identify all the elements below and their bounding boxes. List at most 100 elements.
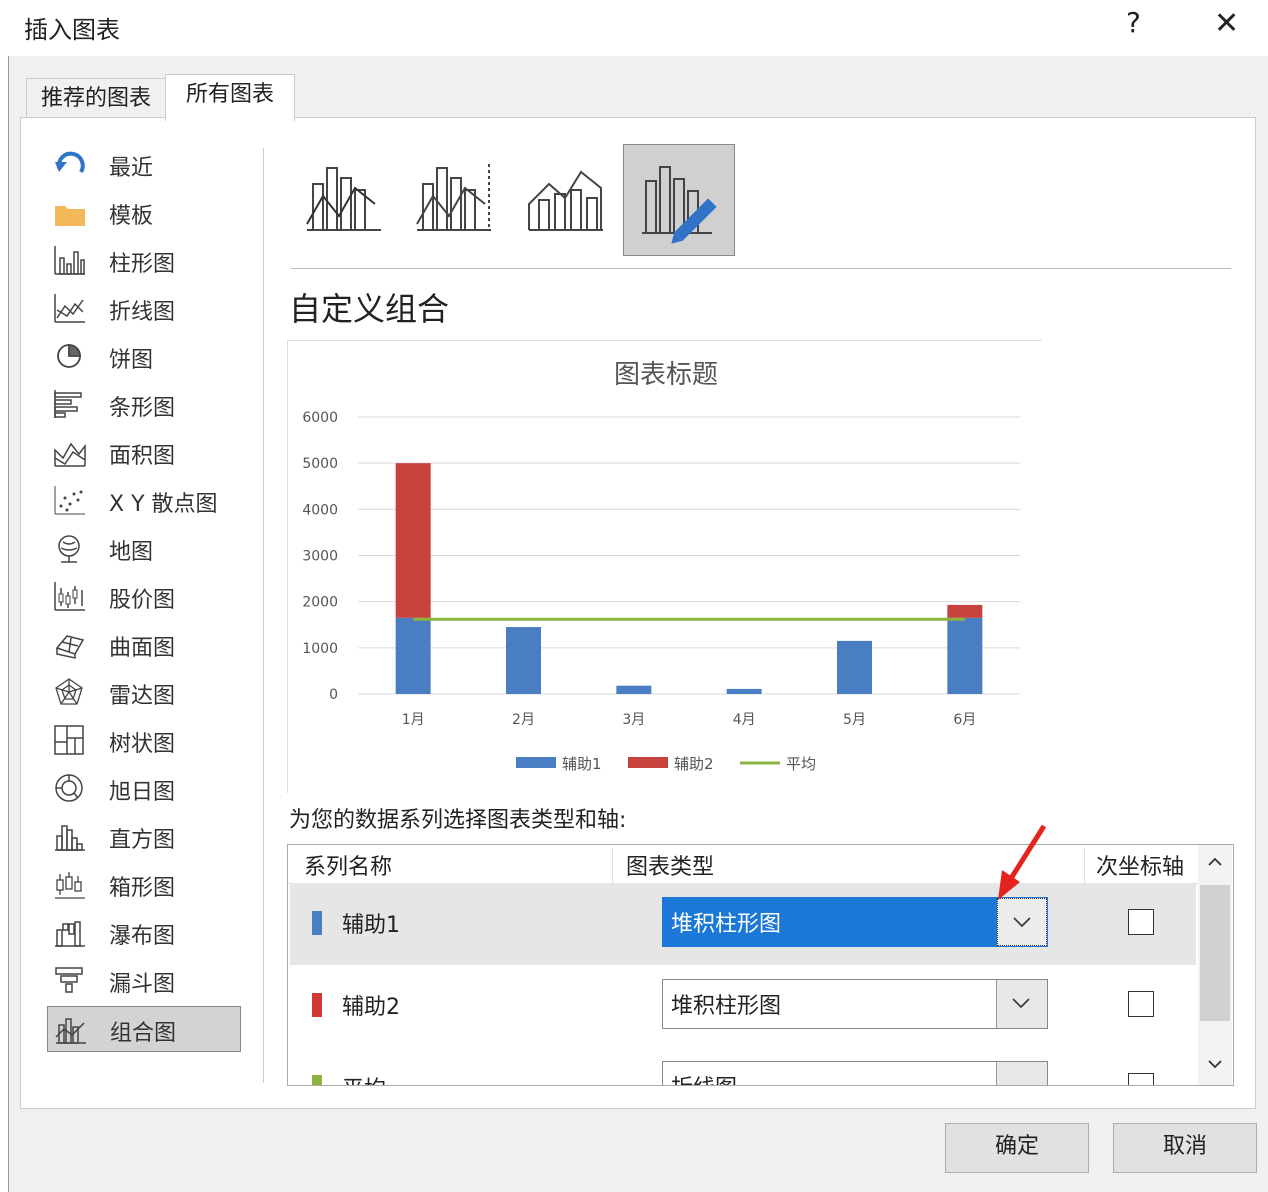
y-tick-label: 3000 bbox=[302, 549, 338, 565]
secondary-axis-checkbox[interactable] bbox=[1128, 991, 1154, 1017]
all-charts-panel: 最近 模板 柱形图 折线图 饼图 条形图 面积图 X Y 散点图 地图 股价图 曲面图 雷达图 树状图旭… bbox=[20, 117, 1256, 1109]
background-window-edge bbox=[0, 0, 9, 1192]
sidebar-item-label: 饼图 bbox=[109, 348, 154, 373]
sidebar-item-label: 曲面图 bbox=[109, 636, 176, 661]
pie-chart-icon bbox=[57, 344, 81, 368]
x-tick-label: 6月 bbox=[953, 712, 976, 728]
sidebar-item[interactable]: 箱形图 bbox=[47, 862, 239, 906]
dialog-title: 插入图表 bbox=[24, 16, 120, 44]
sidebar-item[interactable]: 最近 bbox=[47, 142, 239, 186]
sidebar-item[interactable]: 雷达图 bbox=[47, 670, 239, 714]
ok-button[interactable]: 确定 bbox=[945, 1123, 1089, 1173]
series-row[interactable]: 辅助2 堆积柱形图 bbox=[290, 965, 1196, 1047]
sidebar-item[interactable]: 瀑布图 bbox=[47, 910, 239, 954]
secondary-axis-checkbox[interactable] bbox=[1128, 1073, 1154, 1085]
sidebar-item[interactable]: 面积图 bbox=[47, 430, 239, 474]
column-chart-icon bbox=[54, 246, 85, 275]
scrollbar-thumb[interactable] bbox=[1200, 885, 1230, 1021]
help-button[interactable]: ? bbox=[1126, 6, 1141, 39]
sidebar-item-label: 旭日图 bbox=[109, 780, 176, 805]
scroll-up-icon[interactable] bbox=[1198, 845, 1232, 875]
series-color-swatch bbox=[312, 1075, 322, 1085]
y-tick-label: 5000 bbox=[302, 456, 338, 472]
series-grid: 系列名称 图表类型 次坐标轴 辅助1 堆积柱形图 辅助2 堆积柱形图 bbox=[287, 844, 1234, 1086]
bar-辅助1 bbox=[616, 685, 652, 694]
sidebar-item[interactable]: 模板 bbox=[47, 190, 239, 234]
combo-heading: 自定义组合 bbox=[289, 290, 450, 328]
series-name: 辅助2 bbox=[342, 995, 400, 1020]
funnel-icon bbox=[55, 967, 83, 993]
chart-type-dropdown[interactable]: 堆积柱形图 bbox=[662, 979, 1048, 1029]
histogram-icon bbox=[55, 825, 85, 851]
radar-chart-icon bbox=[55, 678, 83, 705]
sidebar-item[interactable]: 柱形图 bbox=[47, 238, 239, 282]
legend-swatch bbox=[628, 757, 668, 768]
sidebar-divider bbox=[263, 148, 264, 1083]
x-tick-label: 4月 bbox=[733, 712, 756, 728]
sidebar-item[interactable]: 曲面图 bbox=[47, 622, 239, 666]
chevron-down-icon[interactable] bbox=[996, 1062, 1047, 1085]
sidebar-item[interactable]: 饼图 bbox=[47, 334, 239, 378]
series-row[interactable]: 平均 折线图 bbox=[290, 1047, 1196, 1085]
tab-recommended-charts[interactable]: 推荐的图表 bbox=[26, 78, 166, 119]
instruction-label: 为您的数据系列选择图表类型和轴: bbox=[289, 808, 627, 833]
subtype-stacked-area-column-icon[interactable] bbox=[515, 144, 625, 254]
tab-all-charts[interactable]: 所有图表 bbox=[165, 74, 295, 121]
scroll-down-icon[interactable] bbox=[1198, 1051, 1232, 1081]
line-chart-icon bbox=[54, 294, 85, 323]
sidebar-item[interactable]: 折线图 bbox=[47, 286, 239, 330]
chart-type-dropdown[interactable]: 折线图 bbox=[662, 1061, 1048, 1085]
sidebar-item-label: 最近 bbox=[109, 156, 154, 181]
sidebar-item-label: 条形图 bbox=[109, 396, 176, 421]
header-chart-type: 图表类型 bbox=[626, 855, 715, 880]
y-tick-label: 6000 bbox=[302, 410, 338, 426]
legend-label: 平均 bbox=[786, 755, 816, 773]
chart-type-value: 堆积柱形图 bbox=[671, 912, 782, 937]
sidebar-item-label: 树状图 bbox=[109, 732, 176, 757]
y-tick-label: 1000 bbox=[302, 641, 338, 657]
sidebar-item[interactable]: X Y 散点图 bbox=[47, 478, 239, 522]
map-icon bbox=[58, 535, 80, 563]
y-tick-label: 4000 bbox=[302, 502, 338, 518]
sidebar-item[interactable]: 旭日图 bbox=[47, 766, 239, 810]
sidebar-item-label: 地图 bbox=[109, 540, 154, 565]
sidebar-item-label: 模板 bbox=[109, 204, 154, 229]
subtype-custom-combination-icon[interactable] bbox=[623, 144, 735, 256]
secondary-axis-checkbox[interactable] bbox=[1128, 909, 1154, 935]
sidebar-item[interactable]: 条形图 bbox=[47, 382, 239, 426]
chart-title: 图表标题 bbox=[614, 360, 718, 390]
x-tick-label: 5月 bbox=[843, 712, 866, 728]
chevron-down-icon[interactable] bbox=[996, 980, 1047, 1028]
series-row[interactable]: 辅助1 堆积柱形图 bbox=[290, 883, 1196, 965]
bar-辅助1 bbox=[506, 627, 541, 694]
sunburst-icon bbox=[55, 774, 83, 802]
subtype-clustered-column-line-icon[interactable] bbox=[291, 144, 401, 254]
stock-chart-icon bbox=[54, 582, 85, 611]
sidebar-item[interactable]: 树状图 bbox=[47, 718, 239, 762]
sidebar-item-label: 组合图 bbox=[110, 1021, 177, 1046]
bar-辅助2 bbox=[947, 604, 983, 618]
sidebar-item[interactable]: 股价图 bbox=[47, 574, 239, 618]
series-grid-header: 系列名称 图表类型 次坐标轴 bbox=[288, 845, 1198, 887]
sidebar-item-label: 箱形图 bbox=[109, 876, 176, 901]
sidebar-item-label: 柱形图 bbox=[109, 252, 176, 277]
sidebar-item-label: 直方图 bbox=[109, 828, 176, 853]
sidebar-item[interactable]: 直方图 bbox=[47, 814, 239, 858]
sidebar-item-label: 瀑布图 bbox=[109, 924, 176, 949]
vertical-scrollbar[interactable] bbox=[1198, 845, 1232, 1085]
y-tick-label: 2000 bbox=[302, 595, 338, 611]
series-color-swatch bbox=[312, 993, 322, 1017]
sidebar-item-label: 股价图 bbox=[109, 588, 176, 613]
sidebar-item[interactable]: 组合图 bbox=[47, 1006, 241, 1052]
legend-label: 辅助2 bbox=[674, 755, 714, 773]
close-button[interactable]: ✕ bbox=[1214, 6, 1239, 42]
title-bar: 插入图表 ? ✕ bbox=[8, 0, 1268, 56]
sidebar-item[interactable]: 地图 bbox=[47, 526, 239, 570]
legend-label: 辅助1 bbox=[562, 755, 602, 773]
cancel-button[interactable]: 取消 bbox=[1113, 1123, 1257, 1173]
surface-chart-icon bbox=[55, 635, 85, 659]
combo-chart-icon bbox=[55, 1018, 86, 1044]
subtype-column-line-secondary-axis-icon[interactable] bbox=[403, 144, 513, 254]
sidebar-item[interactable]: 漏斗图 bbox=[47, 958, 239, 1002]
bar-辅助1 bbox=[395, 617, 431, 694]
